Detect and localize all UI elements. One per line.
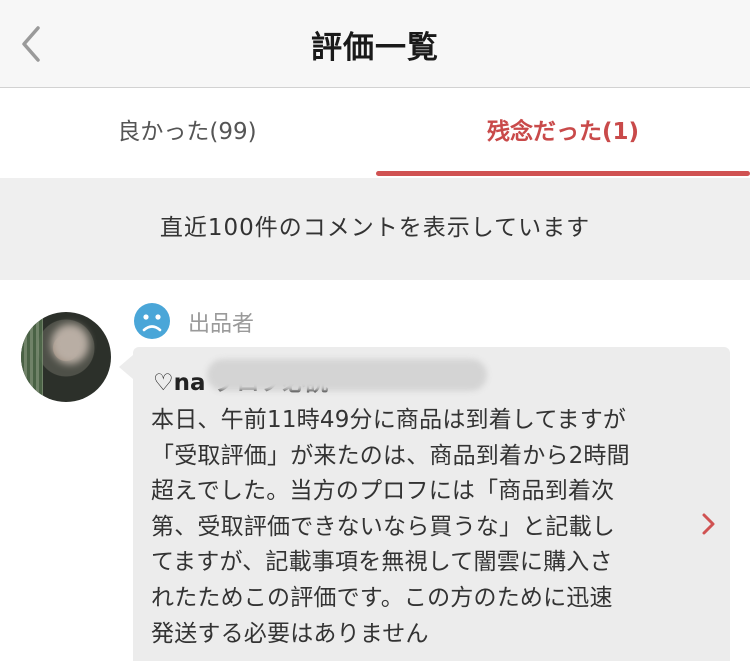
comment-line: 第、受取評価できないなら買うな」と記載し [151,513,615,540]
tab-bad-label: 残念だった(1) [486,119,640,145]
comment-line: れたためこの評価です。この方のために迅速 [151,584,613,611]
avatar[interactable] [21,312,111,402]
comment-line: 発送する必要はありません [151,620,429,647]
avatar-background [21,312,43,402]
active-tab-indicator [376,171,750,176]
notice-banner: 直近100件のコメントを表示しています [0,178,750,280]
tab-bad-reviews[interactable]: 残念だった(1) [376,88,750,178]
avatar-blurred-face [51,324,89,364]
comment-line: てますが、記載事項を無視して闇雲に購入さ [151,549,613,576]
tab-good-reviews[interactable]: 良かった(99) [0,88,374,178]
redaction-blur [207,359,487,391]
tab-good-label: 良かった(99) [117,119,257,145]
comment-line: 「受取評価」が来たのは、商品到着から2時間 [151,442,630,469]
header-bar: 評価一覧 [0,0,750,88]
comment-line: 本日、午前11時49分に商品は到着してますが [151,407,627,433]
chevron-right-icon[interactable] [699,511,717,537]
tab-bar: 良かった(99) 残念だった(1) [0,88,750,178]
reviewer-role: 出品者 [188,312,255,337]
review-comment: 本日、午前11時49分に商品は到着してますが 「受取評価」が来たのは、商品到着か… [151,403,671,652]
review-item: 出品者 ♡na プロフ必読 本日、午前11時49分に商品は到着してますが 「受取… [0,280,750,661]
comment-line: 超えでした。当方のプロフには「商品到着次 [151,478,615,505]
page-title: 評価一覧 [311,30,439,66]
sad-face-icon [134,303,170,339]
review-bubble[interactable]: ♡na プロフ必読 本日、午前11時49分に商品は到着してますが 「受取評価」が… [119,347,730,661]
